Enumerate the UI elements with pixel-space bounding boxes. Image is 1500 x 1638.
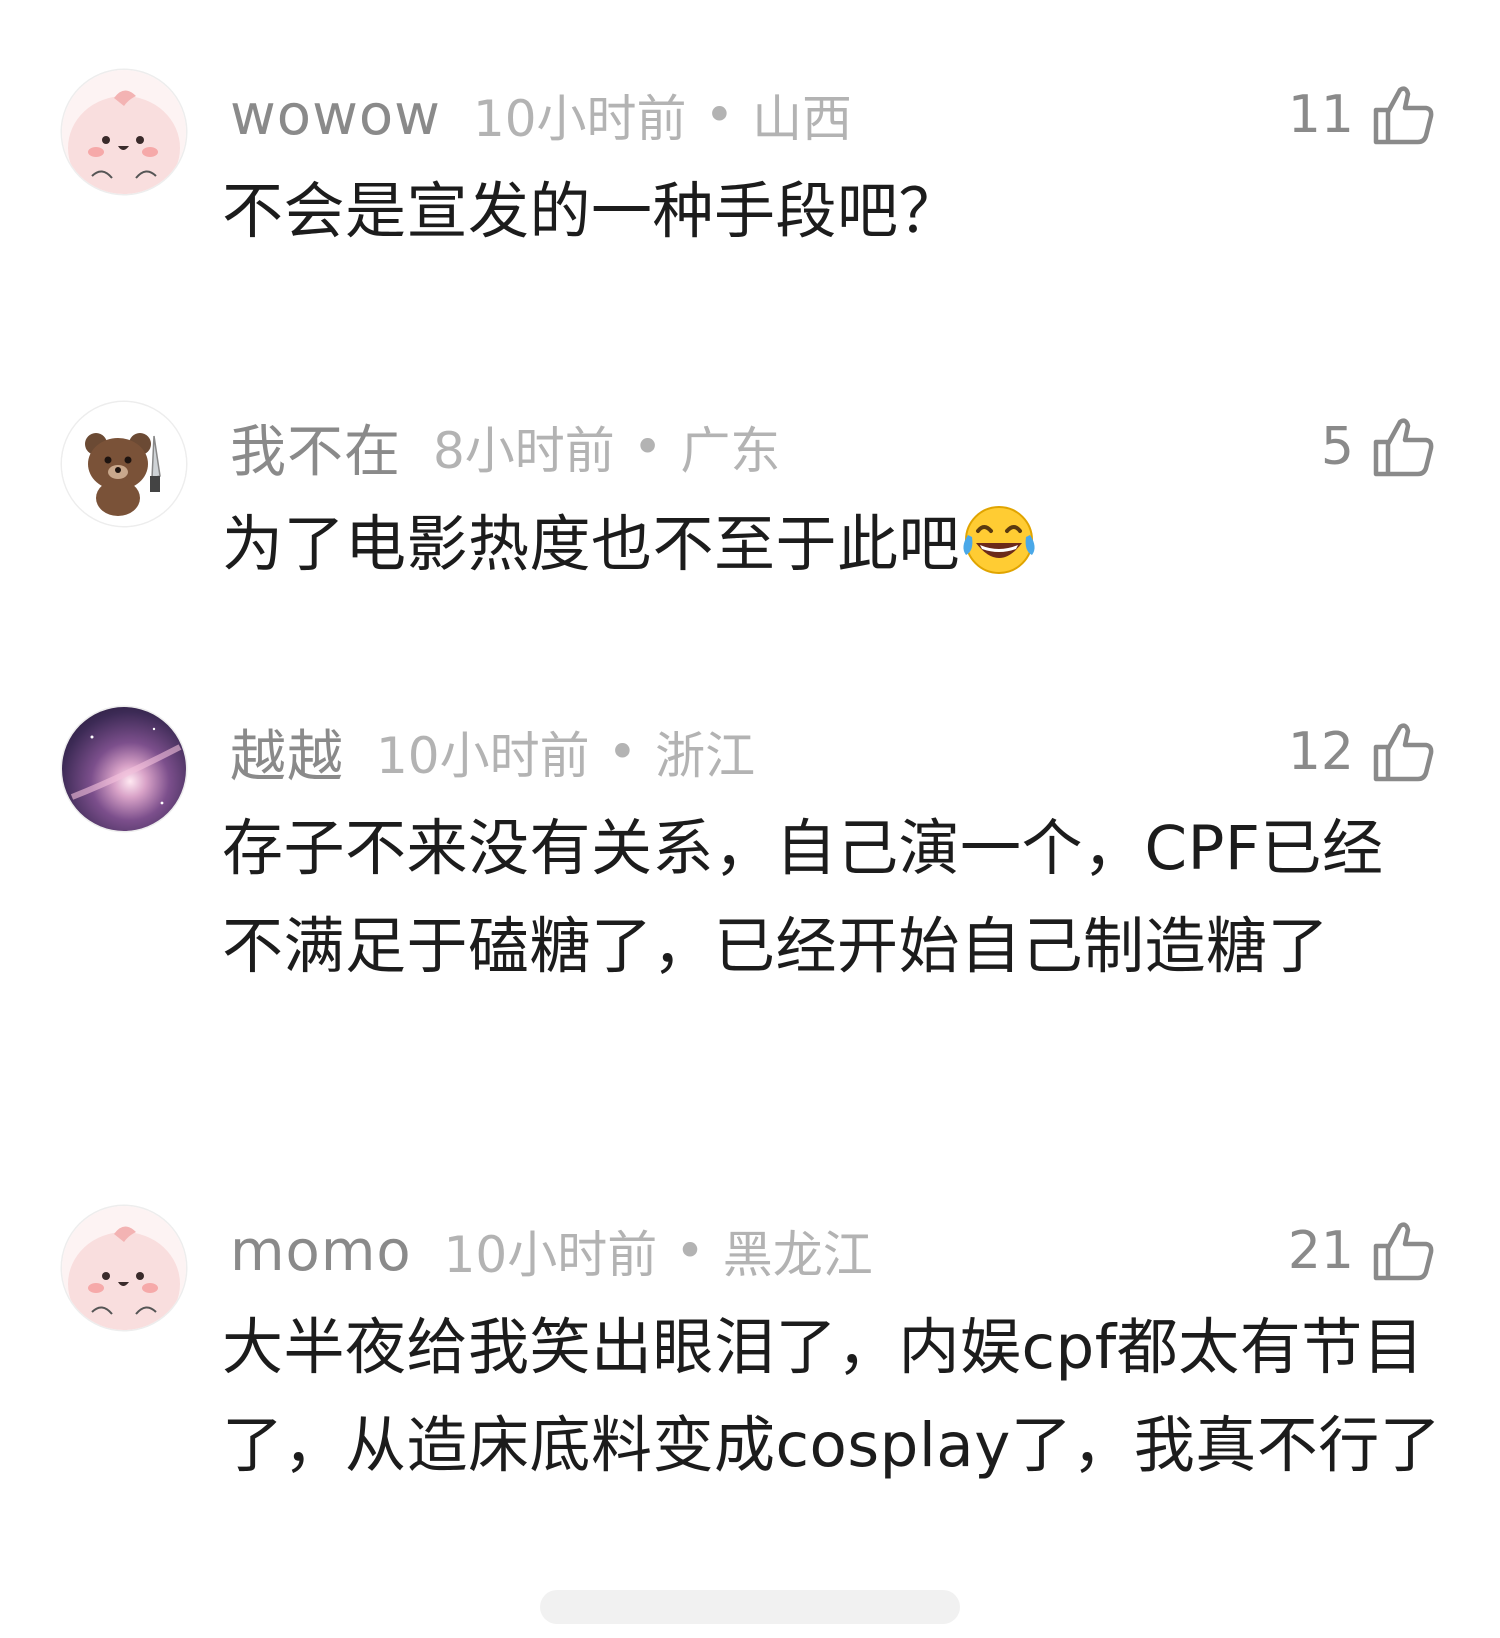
comment-time: 8小时前 (433, 422, 615, 480)
user-avatar[interactable] (62, 1206, 186, 1330)
thumbs-up-icon (1370, 719, 1436, 785)
pink-chick-avatar-icon (62, 1206, 186, 1330)
thumbs-up-icon (1370, 82, 1436, 148)
comment-location: 黑龙江 (722, 1226, 873, 1284)
like-count: 11 (1287, 85, 1354, 145)
like-count: 12 (1287, 722, 1354, 782)
comment-text-row: 为了电影热度也不至于此吧 (222, 496, 1442, 594)
comment-time: 10小时前 (376, 727, 590, 785)
comment-time: 10小时前 (443, 1226, 658, 1284)
meta-separator: • (632, 418, 663, 476)
username[interactable]: 我不在 (230, 407, 401, 488)
user-avatar[interactable] (62, 70, 186, 194)
brown-bear-avatar-icon (62, 402, 186, 526)
meta-separator: • (704, 86, 735, 144)
comment-meta: momo 10小时前 • 黑龙江 (230, 1216, 873, 1286)
thumbs-up-icon (1370, 1218, 1436, 1284)
like-button[interactable]: 21 (1288, 1216, 1436, 1286)
comment-meta: 我不在 8小时前 • 广东 (230, 412, 781, 485)
watermark-bar (540, 1590, 960, 1624)
meta-separator: • (675, 1222, 705, 1280)
comment-location: 广东 (680, 422, 781, 480)
like-button[interactable]: 12 (1288, 717, 1436, 787)
comment-text: 大半夜给我笑出眼泪了，内娱cpf都太有节目了，从造床底料变成cosplay了，我… (222, 1312, 1442, 1481)
username[interactable]: 越越 (230, 712, 344, 793)
username[interactable]: wowow (230, 83, 441, 148)
comment-location: 浙江 (655, 727, 756, 785)
comment-meta: wowow 10小时前 • 山西 (230, 80, 852, 150)
meta-separator: • (607, 723, 638, 781)
like-button[interactable]: 11 (1288, 80, 1436, 150)
laughing-tears-emoji-icon (960, 501, 1038, 579)
comment-text: 不会是宣发的一种手段吧？ (222, 176, 961, 247)
pink-chick-avatar-icon (62, 70, 186, 194)
comment-meta: 越越 10小时前 • 浙江 (230, 717, 756, 790)
comment-text: 存子不来没有关系，自己演一个，CPF已经不满足于磕糖了，已经开始自己制造糖了 (222, 813, 1384, 982)
galaxy-avatar-icon (62, 707, 186, 831)
username[interactable]: momo (230, 1219, 412, 1284)
user-avatar[interactable] (62, 402, 186, 526)
user-avatar[interactable] (62, 707, 186, 831)
thumbs-up-icon (1370, 414, 1436, 480)
like-count: 5 (1320, 417, 1354, 477)
comment-text: 为了电影热度也不至于此吧 (222, 509, 961, 580)
like-count: 21 (1287, 1221, 1354, 1281)
comment-time: 10小时前 (472, 90, 687, 148)
comment-location: 山西 (752, 90, 853, 148)
like-button[interactable]: 5 (1321, 412, 1436, 482)
